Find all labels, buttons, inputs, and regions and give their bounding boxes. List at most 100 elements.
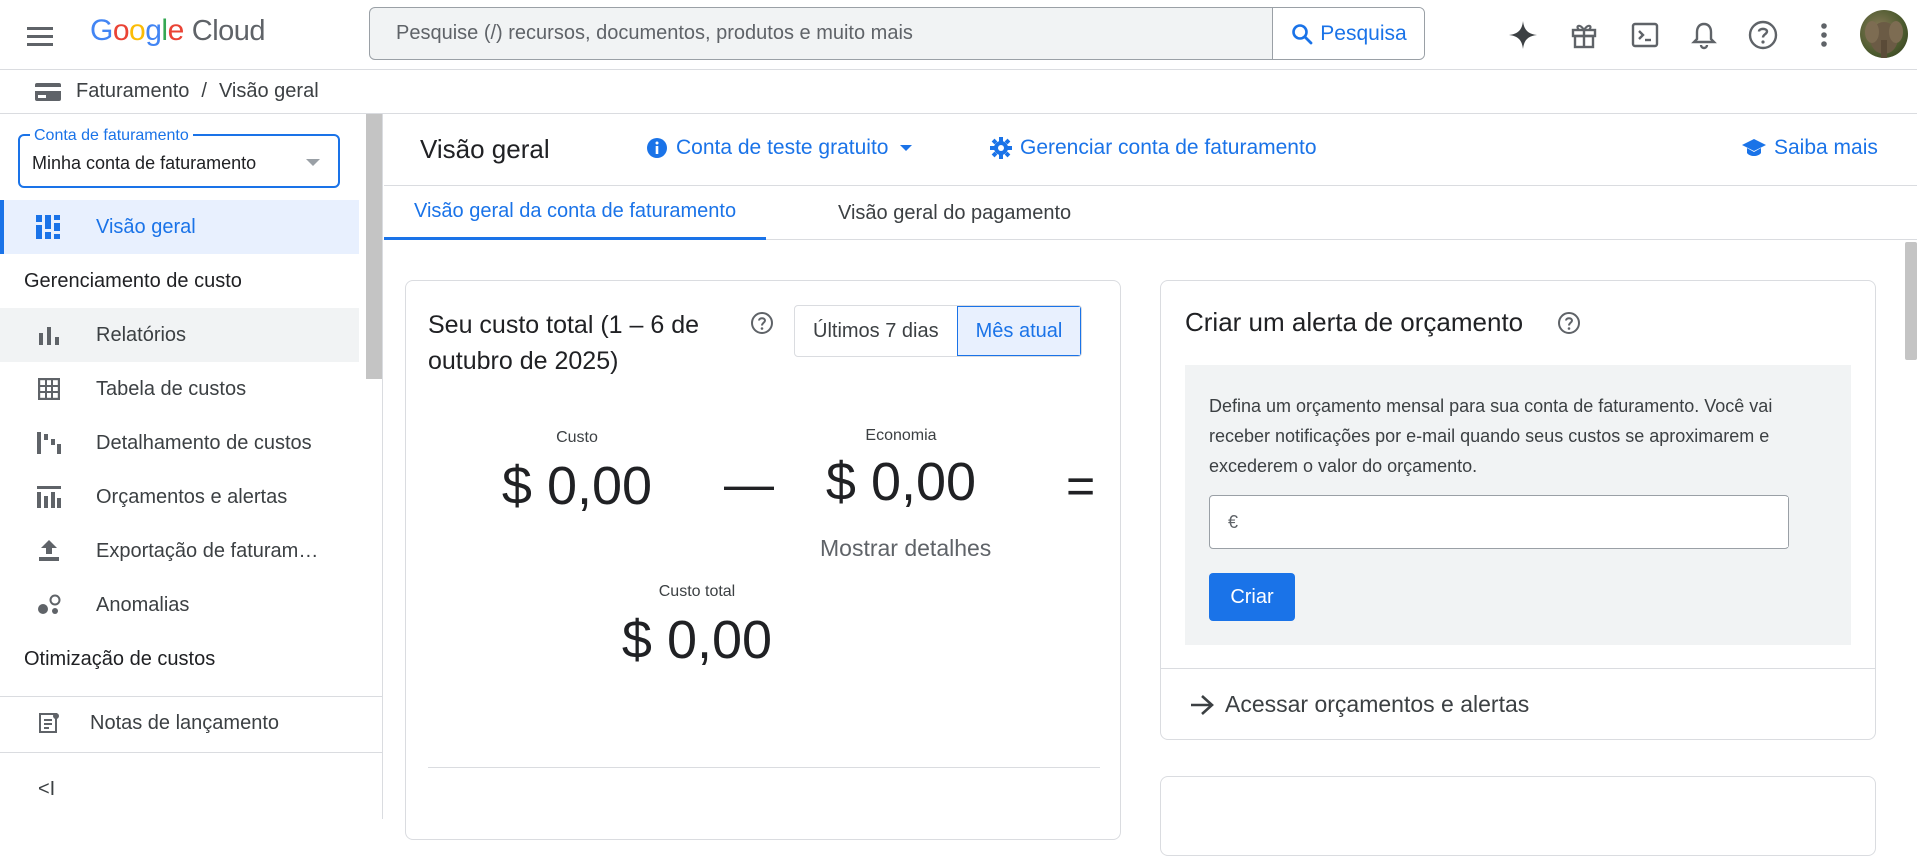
total-cost-card: Seu custo total (1 – 6 de outubro de 202… bbox=[405, 280, 1121, 840]
billing-account-value: Minha conta de faturamento bbox=[32, 153, 257, 173]
collapse-sidebar-button[interactable]: <I bbox=[38, 778, 55, 801]
sidebar-item-label: Detalhamento de custos bbox=[96, 431, 312, 454]
cost-value: $ 0,00 bbox=[501, 456, 653, 516]
help-icon[interactable] bbox=[750, 311, 774, 335]
budget-alert-card: Criar um alerta de orçamento Defina um o… bbox=[1160, 280, 1876, 740]
info-icon bbox=[646, 137, 668, 159]
sidebar-item-cost-breakdown[interactable]: Detalhamento de custos bbox=[0, 416, 359, 470]
sidebar-item-overview[interactable]: Visão geral bbox=[0, 200, 359, 254]
search-icon bbox=[1290, 22, 1314, 46]
dashboard-icon bbox=[34, 215, 64, 239]
tab-billing-account-overview[interactable]: Visão geral da conta de faturamento bbox=[384, 186, 767, 240]
budget-alert-title: Criar um alerta de orçamento bbox=[1185, 307, 1524, 337]
breadcrumb: Faturamento / Visão geral bbox=[0, 70, 1917, 114]
main-scrollbar[interactable] bbox=[1905, 242, 1917, 360]
budget-description: Defina um orçamento mensal para sua cont… bbox=[1209, 396, 1773, 476]
sidebar-item-label: Notas de lançamento bbox=[90, 711, 280, 734]
logo-cloud: Cloud bbox=[191, 15, 266, 47]
main-content: Visão geral Conta de teste gratuito Gere… bbox=[384, 114, 1917, 856]
arrow-right-icon bbox=[1189, 694, 1215, 716]
search-input[interactable] bbox=[370, 8, 1272, 59]
sidebar-item-label: Exportação de faturam… bbox=[96, 539, 319, 562]
budget-amount-input[interactable] bbox=[1244, 497, 1788, 547]
cloud-shell-icon[interactable] bbox=[1627, 17, 1663, 53]
trial-account-label: Conta de teste gratuito bbox=[676, 136, 889, 159]
breadcrumb-overview: Visão geral bbox=[218, 80, 319, 102]
sidebar-item-cost-table[interactable]: Tabela de custos bbox=[0, 362, 359, 416]
sidebar-item-label: Tabela de custos bbox=[96, 377, 247, 400]
total-cost-title: Seu custo total (1 – 6 de outubro de 202… bbox=[428, 311, 700, 375]
chevron-down-icon bbox=[900, 144, 913, 152]
upload-icon bbox=[34, 540, 64, 562]
show-details-link[interactable]: Mostrar detalhes bbox=[820, 535, 991, 562]
learn-more-label: Saiba mais bbox=[1774, 136, 1878, 159]
budget-amount-field[interactable]: € bbox=[1209, 495, 1789, 549]
budget-icon bbox=[34, 486, 64, 508]
cost-label: Custo bbox=[556, 429, 598, 446]
sidebar-item-label: Visão geral bbox=[96, 215, 196, 238]
learn-more-link[interactable]: Saiba mais bbox=[1742, 136, 1878, 160]
period-toggle: Últimos 7 dias Mês atual bbox=[794, 305, 1083, 357]
waterfall-icon bbox=[34, 432, 64, 454]
gift-icon[interactable] bbox=[1566, 17, 1602, 53]
equals-operator: = bbox=[1066, 458, 1096, 514]
sidebar-scrollbar[interactable] bbox=[366, 114, 382, 379]
anomaly-icon bbox=[34, 594, 64, 616]
sidebar-item-billing-export[interactable]: Exportação de faturam… bbox=[0, 524, 359, 578]
gemini-icon[interactable] bbox=[1505, 17, 1541, 53]
sidebar: Conta de faturamento Minha conta de fatu… bbox=[0, 114, 383, 819]
savings-label: Economia bbox=[865, 427, 937, 444]
tab-payment-overview[interactable]: Visão geral do pagamento bbox=[808, 186, 1101, 240]
minus-operator: — bbox=[724, 456, 774, 512]
next-card bbox=[1160, 776, 1876, 856]
go-to-budgets-link[interactable]: Acessar orçamentos e alertas bbox=[1161, 668, 1875, 740]
manage-billing-account-label: Gerenciar conta de faturamento bbox=[1020, 136, 1317, 159]
menu-icon[interactable] bbox=[24, 20, 56, 52]
sidebar-item-label: Relatórios bbox=[96, 323, 187, 346]
search-button-label: Pesquisa bbox=[1320, 21, 1407, 45]
trial-account-dropdown[interactable]: Conta de teste gratuito bbox=[646, 136, 913, 160]
billing-account-label: Conta de faturamento bbox=[30, 127, 193, 145]
billing-icon bbox=[34, 81, 62, 103]
section-cost-optimization[interactable]: Otimização de custos bbox=[24, 648, 215, 671]
total-cost-label: Custo total bbox=[658, 583, 736, 600]
breadcrumb-separator: / bbox=[201, 80, 207, 102]
go-to-budgets-label: Acessar orçamentos e alertas bbox=[1225, 691, 1530, 717]
sidebar-divider bbox=[0, 752, 383, 753]
total-cost-value: $ 0,00 bbox=[621, 610, 773, 670]
help-icon[interactable] bbox=[1745, 17, 1781, 53]
sidebar-item-reports[interactable]: Relatórios bbox=[0, 308, 359, 362]
page-header: Visão geral Conta de teste gratuito Gere… bbox=[384, 114, 1917, 186]
last-7-days-button[interactable]: Últimos 7 dias bbox=[795, 306, 957, 356]
help-icon[interactable] bbox=[1557, 311, 1581, 335]
sidebar-item-label: Anomalias bbox=[96, 593, 190, 616]
school-icon bbox=[1742, 138, 1766, 158]
chevron-down-icon bbox=[306, 159, 320, 167]
sidebar-item-anomalies[interactable]: Anomalias bbox=[0, 578, 359, 632]
breadcrumb-billing[interactable]: Faturamento bbox=[76, 80, 189, 103]
bar-chart-icon bbox=[34, 325, 64, 345]
release-notes-icon bbox=[34, 712, 64, 734]
savings-value: $ 0,00 bbox=[825, 452, 977, 512]
manage-billing-account-link[interactable]: Gerenciar conta de faturamento bbox=[990, 136, 1317, 160]
billing-account-select[interactable]: Conta de faturamento Minha conta de fatu… bbox=[18, 127, 340, 188]
google-cloud-logo[interactable]: Google Cloud bbox=[90, 14, 266, 48]
logo-google: Google bbox=[90, 14, 184, 47]
budget-form: Defina um orçamento mensal para sua cont… bbox=[1185, 365, 1851, 645]
sidebar-item-release-notes[interactable]: Notas de lançamento bbox=[0, 696, 383, 750]
page-title: Visão geral bbox=[420, 134, 550, 164]
table-icon bbox=[34, 378, 64, 400]
search-button[interactable]: Pesquisa bbox=[1272, 8, 1424, 59]
sidebar-item-budgets-alerts[interactable]: Orçamentos e alertas bbox=[0, 470, 359, 524]
top-bar: Google Cloud Pesquisa bbox=[0, 0, 1917, 70]
more-vert-icon[interactable] bbox=[1806, 17, 1842, 53]
current-month-button[interactable]: Mês atual bbox=[956, 306, 1082, 356]
notifications-icon[interactable] bbox=[1686, 17, 1722, 53]
search-bar: Pesquisa bbox=[369, 7, 1425, 60]
currency-prefix: € bbox=[1228, 511, 1239, 532]
avatar[interactable] bbox=[1860, 10, 1908, 58]
section-cost-management: Gerenciamento de custo bbox=[24, 270, 242, 292]
tab-bar: Visão geral da conta de faturamento Visã… bbox=[384, 186, 1917, 240]
sidebar-item-label: Orçamentos e alertas bbox=[96, 485, 288, 508]
create-button[interactable]: Criar bbox=[1209, 573, 1295, 621]
